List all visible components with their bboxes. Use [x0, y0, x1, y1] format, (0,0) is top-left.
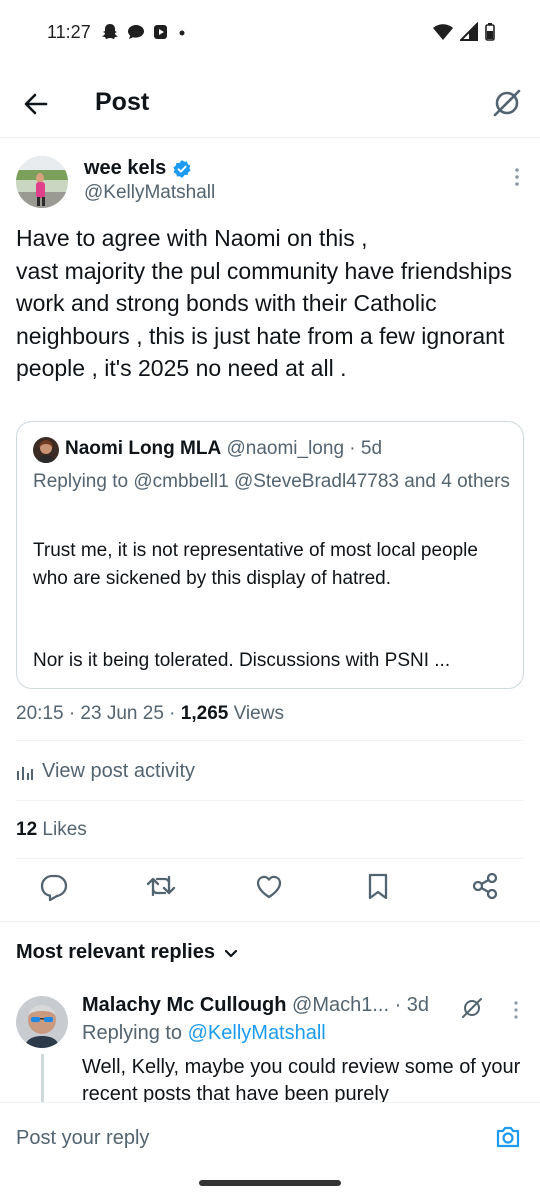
chat-icon	[128, 25, 144, 39]
thread-line	[41, 1054, 44, 1102]
more-vertical-icon	[514, 1001, 518, 1019]
quote-author-name: Naomi Long MLA	[65, 438, 222, 459]
reply-handle-time: @Mach1... · 3d	[286, 994, 430, 1016]
analytics-icon	[17, 766, 33, 780]
battery-icon	[485, 23, 495, 41]
top-bar: Post	[0, 70, 540, 138]
quoted-post[interactable]: Naomi Long MLA @naomi_long · 5d Replying…	[16, 421, 524, 689]
quote-handle-time: @naomi_long · 5d	[226, 438, 383, 459]
reply-author-name[interactable]: Malachy Mc Cullough	[82, 994, 286, 1016]
views-label: Views	[228, 703, 284, 724]
camera-button[interactable]	[494, 1123, 522, 1151]
reply-input[interactable]: Post your reply	[16, 1127, 149, 1150]
view-activity-button[interactable]: View post activity	[16, 760, 195, 783]
replies-sort-label: Most relevant replies	[16, 941, 215, 963]
repost-button[interactable]	[145, 870, 177, 902]
quote-avatar	[33, 437, 59, 463]
reply-avatar[interactable]	[16, 996, 68, 1048]
grok-icon	[462, 998, 482, 1018]
signal-icon	[460, 22, 478, 41]
quote-header: Naomi Long MLA @naomi_long · 5d	[65, 438, 382, 460]
author-name-text: wee kels	[84, 157, 167, 179]
repost-icon	[146, 875, 176, 897]
reply-icon	[40, 874, 68, 902]
dot-icon	[179, 30, 185, 36]
back-button[interactable]	[20, 88, 52, 120]
status-bar: 11:27	[0, 0, 540, 68]
share-button[interactable]	[469, 870, 501, 902]
verified-badge-icon	[173, 159, 191, 178]
grok-button[interactable]	[490, 86, 524, 120]
reply-header: Malachy Mc Cullough @Mach1... · 3d	[82, 994, 429, 1017]
reply-more-options-button[interactable]	[512, 1000, 520, 1020]
home-indicator[interactable]	[199, 1180, 341, 1186]
likes-count-button[interactable]: 12 Likes	[16, 819, 87, 841]
author-handle[interactable]: @KellyMatshall	[84, 182, 215, 204]
likes-label: Likes	[37, 819, 87, 840]
quote-text: Trust me, it is not representative of mo…	[33, 540, 478, 589]
chevron-down-icon	[224, 949, 238, 957]
activity-label: View post activity	[42, 760, 196, 782]
share-icon	[472, 872, 498, 900]
more-vertical-icon	[515, 168, 519, 186]
reply-grok-button[interactable]	[460, 996, 484, 1020]
quote-text-continued: Nor is it being tolerated. Discussions w…	[33, 650, 451, 671]
like-icon	[256, 875, 282, 899]
replying-prefix: Replying to	[82, 1022, 188, 1044]
likes-count: 12	[16, 819, 38, 840]
status-time: 11:27	[47, 22, 91, 42]
system-icons	[432, 22, 496, 42]
reply-text: Well, Kelly, maybe you could review some…	[82, 1056, 521, 1102]
author-name[interactable]: wee kels	[84, 157, 192, 180]
quote-avatar-image	[33, 437, 59, 463]
replying-handle-link[interactable]: @KellyMatshall	[188, 1022, 326, 1044]
quote-replying-to: Replying to @cmbbell1 @SteveBradl47783 a…	[33, 471, 510, 492]
snapchat-icon	[102, 24, 118, 39]
divider	[16, 800, 524, 801]
replies-sort-dropdown[interactable]: Most relevant replies	[16, 941, 239, 964]
bookmark-button[interactable]	[362, 870, 394, 902]
bookmark-icon	[368, 873, 388, 900]
wifi-icon	[433, 24, 453, 40]
views-count: 1,265	[180, 703, 229, 724]
page-title: Post	[95, 88, 150, 116]
reply-avatar-image	[16, 996, 68, 1048]
camera-icon	[496, 1126, 520, 1148]
reply-button[interactable]	[38, 870, 70, 902]
divider	[0, 921, 540, 922]
media-icon	[154, 25, 167, 39]
avatar[interactable]	[16, 156, 68, 208]
post-timestamp: 20:15 · 23 Jun 25 · 1,265 Views	[16, 703, 284, 725]
action-bar	[0, 870, 540, 910]
divider	[16, 858, 524, 859]
notification-icons	[100, 22, 188, 42]
reply-composer: Post your reply	[0, 1102, 540, 1162]
reply-replying-to: Replying to @KellyMatshall	[82, 1022, 326, 1045]
avatar-image	[16, 156, 68, 208]
back-arrow-icon	[24, 93, 48, 115]
reply-post[interactable]: Malachy Mc Cullough @Mach1... · 3d Reply…	[0, 990, 540, 1102]
more-options-button[interactable]	[512, 166, 522, 188]
timestamp-text: 20:15 · 23 Jun 25 ·	[16, 703, 181, 724]
post-text: Have to agree with Naomi on this , vast …	[16, 225, 512, 382]
like-button[interactable]	[253, 870, 285, 902]
divider	[16, 740, 524, 741]
grok-icon	[493, 89, 521, 117]
